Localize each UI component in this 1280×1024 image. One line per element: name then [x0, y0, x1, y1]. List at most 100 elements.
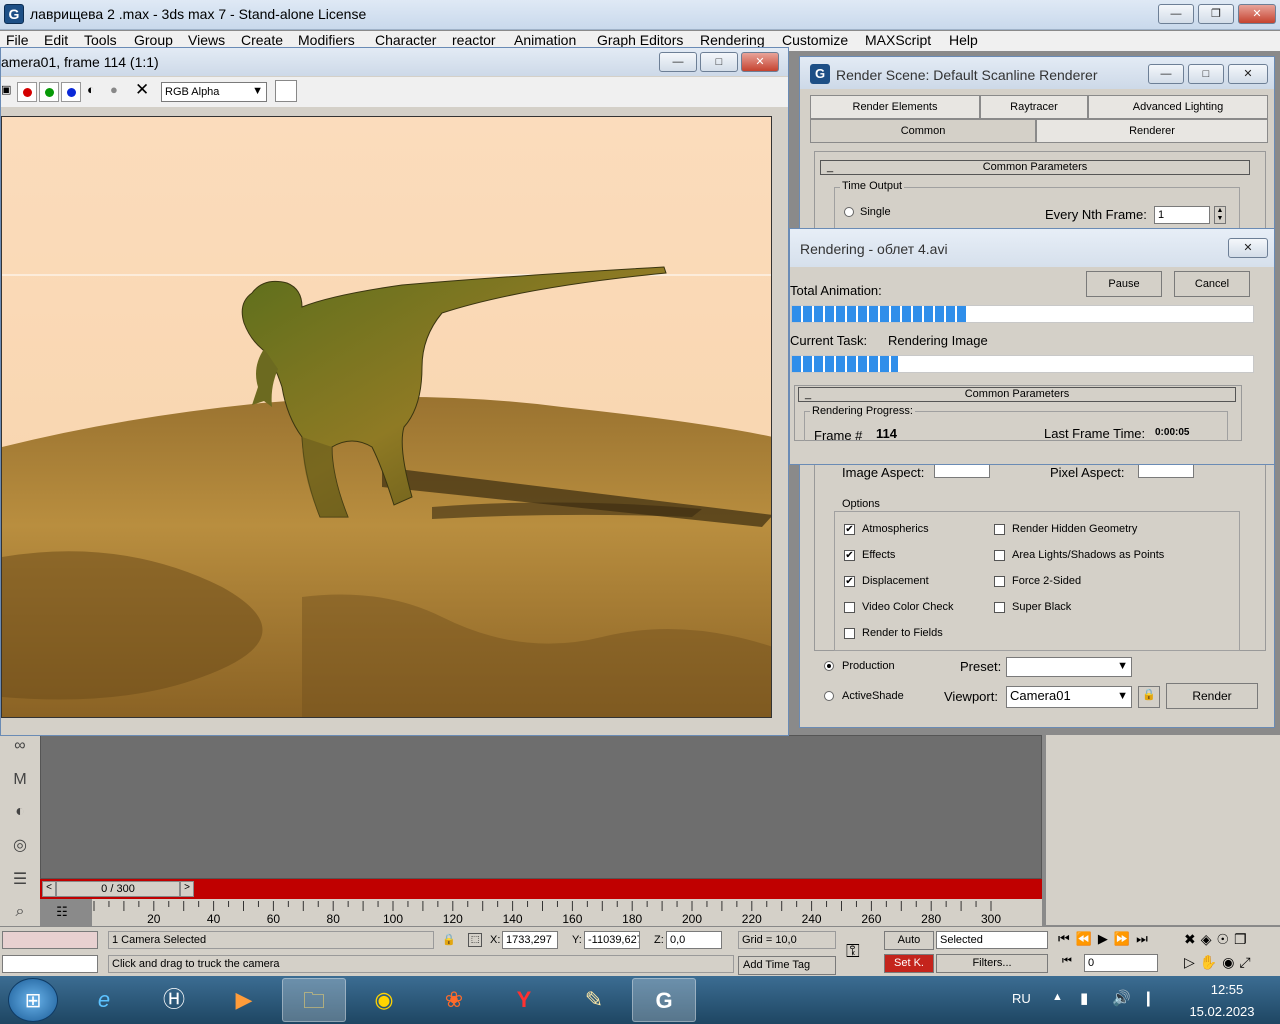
single-radio[interactable] [844, 207, 854, 217]
battery-icon[interactable]: ▮ [1080, 989, 1088, 1007]
render-frame-close[interactable]: ✕ [741, 52, 779, 72]
schematic-icon[interactable]: ☰ [8, 869, 32, 893]
link-icon[interactable]: ∞ [8, 737, 32, 761]
close-button[interactable]: ✕ [1238, 4, 1276, 24]
blue-channel-button[interactable] [61, 82, 81, 102]
alpha-channel-icon[interactable]: ◐ [87, 82, 95, 97]
common-parameters-rollout[interactable]: _ Common Parameters [820, 160, 1250, 175]
material-icon[interactable]: M [8, 771, 32, 795]
network-icon[interactable]: ❙ [1142, 989, 1155, 1007]
maxscript-input[interactable] [2, 955, 98, 973]
menu-reactor[interactable]: reactor [452, 32, 496, 48]
render-button[interactable]: Render [1166, 683, 1258, 709]
cancel-button[interactable]: Cancel [1174, 271, 1250, 297]
pause-button[interactable]: Pause [1086, 271, 1162, 297]
menu-group[interactable]: Group [134, 32, 173, 48]
color-swatch[interactable] [275, 80, 297, 102]
area-lights-checkbox[interactable] [994, 550, 1005, 561]
menu-graph-editors[interactable]: Graph Editors [597, 32, 683, 48]
y-field[interactable]: -11039,627 [584, 931, 640, 949]
timeline-ruler[interactable]: 20 40 60 80 100 120 140 160 180 200 220 240 260 280 30… [92, 899, 1042, 927]
render-frame-maximize[interactable]: □ [700, 52, 738, 72]
key-icon[interactable]: ⚿ [846, 941, 860, 962]
maxscript-listener[interactable] [2, 931, 98, 949]
zoom-icon[interactable]: ⌕ [8, 903, 32, 927]
every-nth-spinner[interactable]: ▲ ▼ [1214, 206, 1226, 224]
force-2-sided-checkbox[interactable] [994, 576, 1005, 587]
yandex-icon[interactable]: Y [492, 978, 556, 1022]
explorer-icon[interactable]: 🗀 [282, 978, 346, 1022]
rendering-rollout[interactable]: _ Common Parameters [798, 387, 1236, 402]
red-channel-button[interactable] [17, 82, 37, 102]
viewport-lock-icon[interactable]: 🔒 [1138, 686, 1160, 708]
save-icon[interactable]: ▣ [1, 83, 11, 96]
key-filter-select[interactable]: Selected [936, 931, 1048, 949]
show-hidden-icons[interactable]: ▲ [1052, 991, 1063, 1003]
render-scene-maximize[interactable]: □ [1188, 64, 1224, 84]
tab-common[interactable]: Common [810, 119, 1036, 143]
menu-help[interactable]: Help [949, 32, 978, 48]
effects-checkbox[interactable]: ✔ [844, 550, 855, 561]
menu-file[interactable]: File [6, 32, 29, 48]
menu-modifiers[interactable]: Modifiers [298, 32, 355, 48]
viewport-select[interactable]: Camera01 ▼ [1006, 686, 1132, 708]
key-mode-icon[interactable]: ⏮ [1062, 955, 1072, 968]
viewport-nav-bottom[interactable]: ▷✋◉⤢ [1184, 954, 1256, 971]
3dsmax-taskbar-icon[interactable]: G [632, 978, 696, 1022]
playback-controls[interactable]: ⏮⏪▶⏩⏭ [1058, 931, 1154, 947]
mono-icon[interactable]: ● [110, 82, 118, 97]
slider-prev-button[interactable]: < [42, 881, 56, 897]
z-field[interactable]: 0,0 [666, 931, 722, 949]
set-key-button[interactable]: Set K. [884, 954, 934, 973]
hp-icon[interactable]: Ⓗ [142, 978, 206, 1022]
curve-editor-icon[interactable]: ☷ [52, 904, 72, 922]
preset-select[interactable]: ▼ [1006, 657, 1132, 677]
menu-customize[interactable]: Customize [782, 32, 848, 48]
menu-character[interactable]: Character [375, 32, 436, 48]
add-time-tag-button[interactable]: Add Time Tag [738, 956, 836, 975]
menu-create[interactable]: Create [241, 32, 283, 48]
activeshade-radio[interactable] [824, 691, 834, 701]
tab-render-elements[interactable]: Render Elements [810, 95, 980, 119]
video-color-check-checkbox[interactable] [844, 602, 855, 613]
menu-edit[interactable]: Edit [44, 32, 68, 48]
display-channel-select[interactable]: RGB Alpha ▼ [161, 82, 267, 102]
clock-time[interactable]: 12:55 [1190, 982, 1264, 997]
minimize-button[interactable]: — [1158, 4, 1194, 24]
super-black-checkbox[interactable] [994, 602, 1005, 613]
viewport[interactable] [40, 735, 1042, 879]
render-hidden-geometry-checkbox[interactable] [994, 524, 1005, 535]
render-to-fields-checkbox[interactable] [844, 628, 855, 639]
render-scene-close[interactable]: ✕ [1228, 64, 1268, 84]
atmospherics-checkbox[interactable]: ✔ [844, 524, 855, 535]
current-frame-field[interactable]: 0 [1084, 954, 1158, 972]
menu-rendering[interactable]: Rendering [700, 32, 765, 48]
tab-renderer[interactable]: Renderer [1036, 119, 1268, 143]
lock-selection-icon[interactable]: 🔒 [442, 933, 456, 946]
slider-next-button[interactable]: > [180, 881, 194, 897]
clear-icon[interactable]: ✕ [135, 80, 149, 100]
volume-icon[interactable]: 🔊 [1112, 989, 1131, 1007]
displacement-checkbox[interactable]: ✔ [844, 576, 855, 587]
restore-button[interactable]: ❐ [1198, 4, 1234, 24]
x-field[interactable]: 1733,297 [502, 931, 558, 949]
production-radio[interactable] [824, 661, 834, 671]
viewport-nav-top[interactable]: ✖◈☉❐ [1184, 931, 1252, 948]
chrome-icon[interactable]: ◉ [352, 978, 416, 1022]
start-button[interactable]: ⊞ [8, 978, 58, 1022]
media-player-icon[interactable]: ▶ [212, 978, 276, 1022]
internet-explorer-icon[interactable]: e [72, 978, 136, 1022]
menu-views[interactable]: Views [188, 32, 225, 48]
key-filters-button[interactable]: Filters... [936, 954, 1048, 973]
menu-animation[interactable]: Animation [514, 32, 576, 48]
photo-app-icon[interactable]: ❀ [422, 978, 486, 1022]
clock-date[interactable]: 15.02.2023 [1180, 1004, 1264, 1019]
menu-tools[interactable]: Tools [84, 32, 117, 48]
time-slider[interactable]: 0 / 300 [56, 881, 180, 897]
every-nth-field[interactable]: 1 [1154, 206, 1210, 224]
paint-icon[interactable]: ✎ [562, 978, 626, 1022]
rendering-close[interactable]: ✕ [1228, 238, 1268, 258]
tab-raytracer[interactable]: Raytracer [980, 95, 1088, 119]
green-channel-button[interactable] [39, 82, 59, 102]
render-frame-minimize[interactable]: — [659, 52, 697, 72]
